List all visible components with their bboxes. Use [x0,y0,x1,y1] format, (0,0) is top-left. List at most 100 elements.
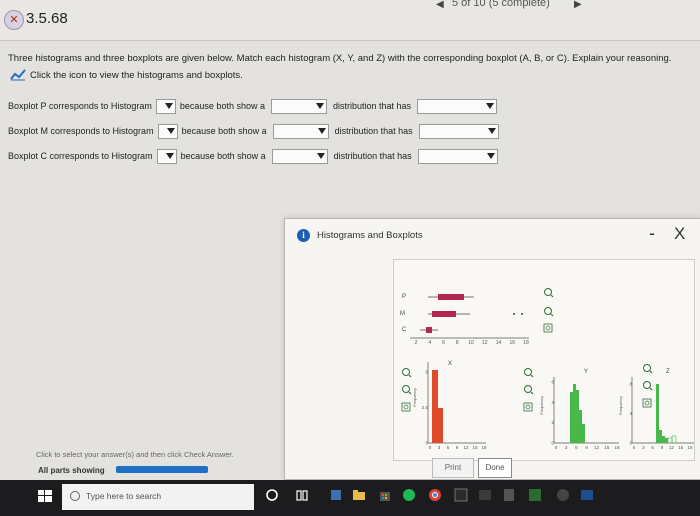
histogram-x-tick-label: 9 [585,445,588,450]
parts-progress-bar [116,466,208,473]
histogram-x-tick-label: 6 [575,445,578,450]
histogram-y-tick-label: 2.5 [422,405,429,410]
popup-title: Histograms and Boxplots [317,230,423,241]
taskbar-search-input[interactable]: Type here to search [62,484,254,510]
view-link-text: Click the icon to view the histograms an… [30,69,243,81]
histogram-bar [667,437,673,444]
shape-select-p[interactable] [270,98,327,114]
question-status-icon: ✕ [4,10,24,30]
histogram-x-tick-label: 9 [661,445,664,450]
zoom-in-icon[interactable] [544,288,554,298]
histogram-ylabel: Frequency [539,396,544,415]
app-icon[interactable] [580,488,594,502]
zoom-out-icon[interactable] [544,307,554,317]
feature-select-m[interactable] [418,123,499,139]
histogram-bar [573,384,576,443]
zoom-out-icon[interactable] [402,385,412,395]
boxplots-group: P M C 2 4 6 8 10 12 14 16 18 [400,294,529,346]
row-suffix: distribution that has [333,151,412,161]
histogram-title: X [448,361,452,367]
info-icon: i [297,229,310,242]
histogram-bar [671,435,677,444]
search-icon [70,491,80,501]
chrome-icon[interactable] [428,488,442,502]
answer-row-m: Boxplot M corresponds to Histogram becau… [8,121,499,141]
reset-zoom-icon[interactable] [401,402,411,412]
histogram-x: X Frequency 0 3 6 9 12 15 1802.55 [412,361,487,450]
histogram-title: Z [666,369,670,375]
boxplot-tick-label: 4 [428,340,431,346]
histogram-select-c[interactable] [156,148,177,164]
histogram-x-tick-label: 15 [604,445,610,450]
search-placeholder: Type here to search [86,491,162,501]
row-mid: because both show a [179,101,265,111]
app-icon[interactable] [330,488,342,502]
zoom-out-icon[interactable] [643,381,653,391]
answer-row-p: Boxplot P corresponds to Histogram becau… [8,96,498,116]
store-icon[interactable] [378,488,392,502]
boxplot-m-outlier [521,313,523,315]
calculator-icon[interactable] [502,488,516,502]
feature-select-p[interactable] [417,98,498,114]
reset-zoom-icon[interactable] [523,402,533,412]
zoom-controls [401,288,554,412]
histogram-x-tick-label: 3 [642,445,645,450]
histogram-x-tick-label: 9 [456,445,459,450]
app-icon[interactable] [454,488,468,502]
figures-svg: P M C 2 4 6 8 10 12 14 16 18 X Frequency… [400,288,694,450]
spotify-icon[interactable] [402,488,416,502]
histogram-x-tick-label: 0 [429,445,432,450]
histogram-select-p[interactable] [155,98,176,114]
figures-popup: i Histograms and Boxplots - X P M C 2 4 … [284,218,700,480]
histogram-bar [432,370,438,443]
histogram-x-tick-label: 18 [481,445,487,450]
file-explorer-icon[interactable] [352,488,366,502]
app-icon[interactable] [556,488,570,502]
instructions-text: Three histograms and three boxplots are … [8,53,672,64]
next-arrow-icon[interactable]: ▶ [574,0,582,10]
boxplot-label: P [402,294,406,300]
histogram-x-tick-label: 15 [678,445,684,450]
histogram-x-tick-label: 0 [633,445,636,450]
histogram-select-m[interactable] [157,123,178,139]
row-mid: because both show a [180,151,266,161]
boxplot-tick-label: 18 [523,340,529,346]
histogram-bar [659,430,662,443]
row-suffix: distribution that has [332,101,412,111]
histogram-x-tick-label: 3 [565,445,568,450]
zoom-in-icon[interactable] [643,364,653,374]
histogram-x-tick-label: 18 [687,445,693,450]
chart-icon[interactable] [10,69,26,81]
done-button[interactable]: Done [478,458,512,478]
boxplot-label: M [400,311,405,317]
zoom-out-icon[interactable] [524,385,534,395]
feature-select-c[interactable] [417,148,498,164]
windows-start-icon[interactable] [38,490,52,502]
histogram-bar [579,410,582,443]
histogram-ylabel: Frequency [412,388,417,407]
histogram-bar [438,408,443,443]
close-button[interactable]: X [674,224,685,244]
cortana-icon[interactable] [266,488,278,502]
histogram-bar [576,390,579,443]
reset-zoom-icon[interactable] [543,323,553,333]
histogram-x-tick-label: 6 [651,445,654,450]
reset-zoom-icon[interactable] [642,398,652,408]
row-prefix: Boxplot M corresponds to Histogram [8,126,154,136]
boxplot-tick-label: 16 [509,340,515,346]
task-view-icon[interactable] [296,488,308,502]
minimize-button[interactable]: - [649,223,655,244]
row-suffix: distribution that has [334,126,413,136]
app-icon[interactable] [528,488,542,502]
shape-select-c[interactable] [271,148,328,164]
shape-select-m[interactable] [272,123,329,139]
print-button[interactable]: Print [432,458,474,478]
view-figures-link[interactable]: Click the icon to view the histograms an… [10,69,243,81]
zoom-in-icon[interactable] [402,368,412,378]
boxplot-tick-label: 6 [442,340,445,346]
zoom-in-icon[interactable] [524,368,534,378]
app-icon[interactable] [478,488,492,502]
row-prefix: Boxplot C corresponds to Histogram [8,151,153,161]
prev-arrow-icon[interactable]: ◀ [436,0,444,10]
histogram-x-tick-label: 6 [447,445,450,450]
